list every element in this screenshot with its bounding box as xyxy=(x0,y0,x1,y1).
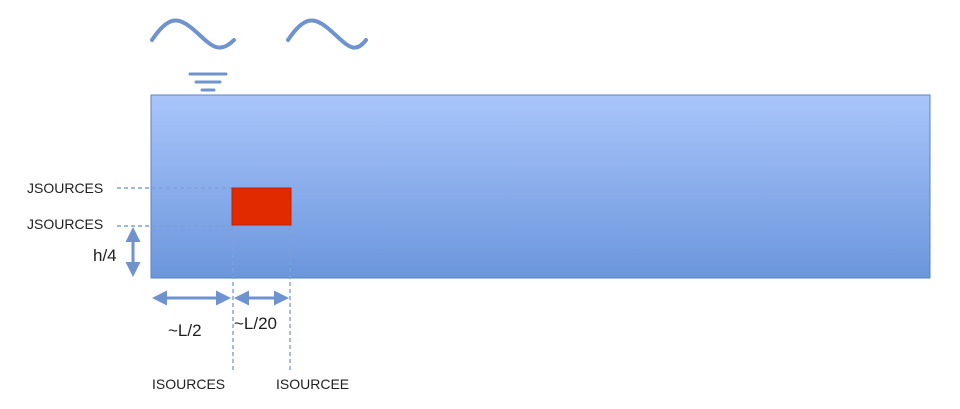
jsource-top-label: JSOURCES xyxy=(27,180,104,196)
jsource-bottom-label: JSOURCES xyxy=(27,216,104,232)
sine-wave-icon xyxy=(150,18,236,50)
sine-wave-icon xyxy=(286,18,368,50)
model-domain xyxy=(150,94,931,279)
half-length-label: ~L/2 xyxy=(168,321,202,340)
isource-end-label: ISOURCEE xyxy=(276,376,350,392)
isource-start-label: ISOURCES xyxy=(152,376,226,392)
source-width-label: ~L/20 xyxy=(234,314,278,333)
diagram-canvas xyxy=(117,18,931,372)
water-level-icon xyxy=(188,72,228,92)
source-region xyxy=(231,187,292,226)
depth-fraction-label: h/4 xyxy=(93,246,117,265)
